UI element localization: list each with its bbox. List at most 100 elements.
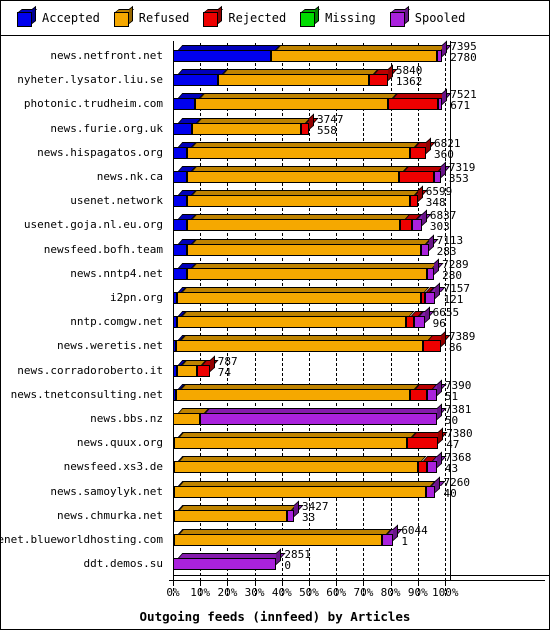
bar-value-spooled: 74	[217, 365, 231, 379]
bar-segment-spooled	[173, 558, 277, 571]
y-axis-label: news.nntp4.net	[70, 266, 163, 280]
bar-row: 7380 47	[169, 427, 549, 452]
y-axis-label: usenet.network	[70, 194, 163, 208]
x-axis-tick	[281, 580, 283, 585]
chart-legend: Accepted Refused Rejected Missing Spooled	[1, 1, 549, 36]
bar-end-cap	[438, 427, 444, 445]
bar-value-spooled: 1	[401, 535, 408, 548]
y-axis-label: news.samoylyk.net	[50, 484, 163, 498]
bar-segment-accepted	[173, 74, 218, 87]
bar-end-cap	[442, 40, 448, 57]
x-axis-tick-label: 30%	[244, 586, 265, 600]
bar-segment-rejected	[409, 388, 428, 401]
x-axis-tick-label: 90%	[407, 586, 428, 600]
bar-row: 2851 0	[169, 548, 549, 573]
y-axis-label: news.quux.org	[76, 436, 163, 450]
y-axis-label: nyheter.lysator.liu.se	[17, 73, 163, 87]
bar-value-total: 3747	[317, 112, 344, 126]
bar-segment-refused	[186, 146, 410, 159]
x-axis-tick-label: 60%	[326, 586, 347, 600]
bar-value-spooled: 0	[284, 559, 291, 573]
bar-segment-rejected	[409, 195, 418, 208]
bar-end-cap	[428, 234, 434, 251]
bar-segment-rejected	[300, 122, 309, 135]
bar-segment-accepted	[173, 219, 187, 232]
bar-value-spooled: 558	[317, 123, 337, 137]
bar-segment-refused	[270, 50, 437, 62]
bar-segment-spooled	[424, 292, 436, 304]
bar-segment-accepted	[173, 146, 187, 159]
y-axis-label: news.furie.org.uk	[50, 121, 163, 135]
y-axis-label: newsfeed.xs3.de	[63, 460, 163, 474]
legend-label: Missing	[325, 11, 376, 25]
legend-label: Refused	[138, 11, 190, 25]
legend-item-missing: Missing	[300, 5, 376, 27]
plot-area: news.netfront.net nyheter.lysator.liu.se p…	[1, 35, 549, 629]
bar-segment-spooled	[382, 534, 394, 546]
bar-segment-refused	[177, 316, 406, 329]
bar-segment-spooled	[413, 316, 425, 329]
bar-segment-spooled	[200, 413, 437, 425]
axis-right-line	[450, 41, 451, 582]
bar-segment-rejected	[398, 171, 435, 183]
bar-end-cap	[435, 282, 441, 299]
y-axis-label: news.corradoroberto.it	[17, 363, 163, 377]
bar-value-spooled: 96	[432, 317, 446, 331]
x-axis-tick	[363, 580, 365, 585]
bar-value-spooled: 303	[429, 220, 450, 234]
legend-label: Rejected	[228, 11, 287, 25]
bar-segment-rejected	[197, 364, 210, 377]
bar-end-cap	[421, 209, 427, 227]
bar-end-cap	[393, 524, 399, 541]
legend-label: Spooled	[414, 11, 466, 25]
x-axis-line-back	[174, 575, 549, 577]
y-axis-label: photonic.trudheim.com	[23, 97, 163, 111]
bar-row: 7395 2780	[169, 40, 549, 64]
x-axis-tick-label: 40%	[271, 586, 292, 600]
bar-segment-spooled	[427, 461, 437, 474]
x-axis-tick-label: 80%	[380, 586, 401, 600]
x-axis-tick	[417, 580, 419, 585]
bar-row: 726040	[169, 476, 549, 499]
bar-row: 7319 353	[169, 161, 549, 184]
cube-icon	[203, 5, 224, 27]
bar-segment-rejected	[423, 340, 441, 353]
y-axis-label: news.chmurka.net	[57, 508, 163, 522]
x-axis-tick-label: 100%	[432, 586, 459, 600]
bar-segment-accepted	[173, 195, 187, 208]
bar-segment-refused	[217, 74, 369, 87]
bar-value-spooled: 2780	[450, 51, 477, 64]
bar-segment-rejected	[387, 98, 439, 111]
y-axis-label: news.hispagatos.org	[37, 145, 163, 159]
bar-segment-refused	[174, 509, 288, 522]
legend-item-spooled: Spooled	[389, 5, 466, 27]
y-axis-label: newsfeed.bofh.team	[43, 242, 163, 256]
bar-row: 7389 86	[169, 330, 549, 353]
bar-segment-rejected	[368, 74, 388, 87]
y-axis-label: ddt.demos.su	[83, 557, 163, 571]
bar-value-spooled: 283	[436, 244, 457, 258]
bar-value-total: 7260	[443, 475, 470, 489]
bar-end-cap	[440, 330, 446, 348]
bar-segment-refused	[174, 461, 418, 474]
bar-value-spooled: 47	[446, 438, 460, 452]
bar-segment-spooled	[434, 171, 441, 183]
bar-row: 7113283	[169, 234, 549, 258]
bar-value-spooled: 50	[444, 414, 459, 427]
bar-value-spooled: 1362	[395, 75, 423, 89]
bar-segment-refused	[186, 219, 401, 232]
bar-end-cap	[436, 379, 442, 396]
bar-value-spooled: 33	[302, 510, 316, 524]
x-axis-area: 7395 2780 5840 1362 7521 671 3747 558 6821 360 731…	[166, 35, 549, 629]
bar-end-cap	[434, 258, 440, 275]
y-axis-line	[173, 41, 174, 581]
legend-label: Accepted	[42, 11, 100, 25]
cube-icon	[300, 5, 321, 27]
y-axis-label: nntp.comgw.net	[70, 315, 163, 329]
bar-segment-accepted	[173, 98, 195, 111]
legend-item-accepted: Accepted	[17, 5, 100, 27]
bar-value-spooled: 43	[444, 462, 459, 476]
bar-row: 6837 303	[169, 209, 549, 234]
legend-item-refused: Refused	[113, 5, 190, 27]
bar-segment-accepted	[173, 243, 187, 256]
